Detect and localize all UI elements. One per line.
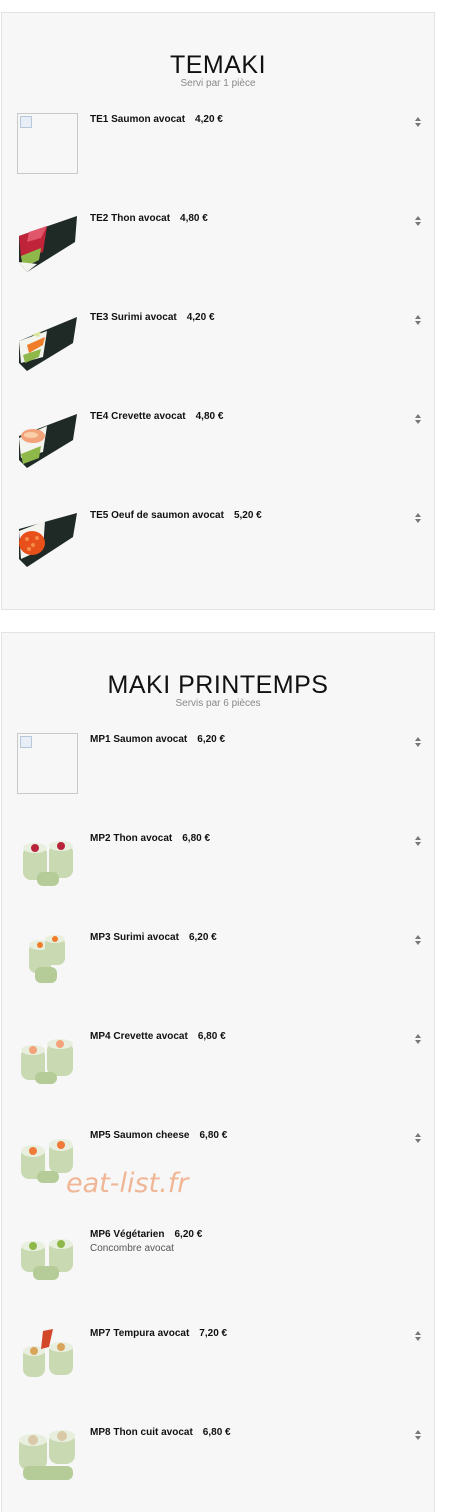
quantity-stepper-icon[interactable] <box>414 1429 422 1441</box>
item-title: MP3 Surimi avocat 6,20 € <box>90 932 217 943</box>
menu-item-mp1: MP1 Saumon avocat 6,20 € <box>17 733 422 795</box>
temaki-crevette-image <box>17 410 78 471</box>
temaki-oeuf-image <box>17 509 78 570</box>
quantity-stepper-icon[interactable] <box>414 215 422 227</box>
item-title: TE1 Saumon avocat 4,20 € <box>90 114 223 125</box>
quantity-stepper-icon[interactable] <box>414 934 422 946</box>
maki-thon-cuit-image <box>17 1426 78 1487</box>
menu-item-te3: TE3 Surimi avocat 4,20 € <box>17 311 422 373</box>
item-price: 6,80 € <box>202 1427 231 1438</box>
item-title: TE2 Thon avocat 4,80 € <box>90 213 208 224</box>
item-price: 6,20 € <box>197 734 226 745</box>
quantity-stepper-icon[interactable] <box>414 835 422 847</box>
item-price: 6,20 € <box>188 932 217 943</box>
item-title: TE3 Surimi avocat 4,20 € <box>90 312 215 323</box>
maki-surimi-image <box>17 931 78 992</box>
maki-vegetarien-image <box>17 1228 78 1289</box>
section-title: TEMAKI <box>169 51 267 79</box>
maki-thon-image <box>17 832 78 893</box>
section-title: MAKI PRINTEMPS <box>107 671 329 699</box>
maki-crevette-image <box>17 1030 78 1091</box>
item-price: 6,80 € <box>199 1130 228 1141</box>
quantity-stepper-icon[interactable] <box>414 116 422 128</box>
quantity-stepper-icon[interactable] <box>414 1132 422 1144</box>
section-subtitle: Servis par 6 pièces <box>175 698 261 709</box>
watermark-text: eat-list.fr <box>66 1168 189 1199</box>
maki-printemps-section: MAKI PRINTEMPS Servis par 6 pièces MP1 S… <box>1 632 435 1512</box>
quantity-stepper-icon[interactable] <box>414 314 422 326</box>
item-title: MP7 Tempura avocat 7,20 € <box>90 1328 228 1339</box>
menu-item-mp6: MP6 Végétarien 6,20 € Concombre avocat <box>17 1228 422 1290</box>
item-title: MP1 Saumon avocat 6,20 € <box>90 734 226 745</box>
item-price: 4,20 € <box>186 312 215 323</box>
item-title: MP4 Crevette avocat 6,80 € <box>90 1031 226 1042</box>
menu-item-te4: TE4 Crevette avocat 4,80 € <box>17 410 422 472</box>
menu-item-te2: TE2 Thon avocat 4,80 € <box>17 212 422 274</box>
menu-item-mp3: MP3 Surimi avocat 6,20 € <box>17 931 422 993</box>
quantity-stepper-icon[interactable] <box>414 1033 422 1045</box>
item-price: 6,80 € <box>182 833 211 844</box>
menu-item-mp7: MP7 Tempura avocat 7,20 € <box>17 1327 422 1389</box>
quantity-stepper-icon[interactable] <box>414 1330 422 1342</box>
temaki-surimi-image <box>17 311 78 372</box>
item-price: 6,80 € <box>197 1031 226 1042</box>
broken-image-icon <box>17 733 78 794</box>
temaki-thon-image <box>17 212 78 273</box>
menu-item-te1: TE1 Saumon avocat 4,20 € <box>17 113 422 175</box>
menu-item-mp2: MP2 Thon avocat 6,80 € <box>17 832 422 894</box>
item-title: MP8 Thon cuit avocat 6,80 € <box>90 1427 231 1438</box>
quantity-stepper-icon[interactable] <box>414 736 422 748</box>
item-price: 4,80 € <box>180 213 208 224</box>
item-title: MP5 Saumon cheese 6,80 € <box>90 1130 228 1141</box>
item-price: 4,80 € <box>195 411 224 422</box>
menu-item-mp8: MP8 Thon cuit avocat 6,80 € <box>17 1426 422 1488</box>
section-subtitle: Servi par 1 pièce <box>180 78 256 89</box>
menu-item-te5: TE5 Oeuf de saumon avocat 5,20 € <box>17 509 422 571</box>
temaki-section: TEMAKI Servi par 1 pièce TE1 Saumon avoc… <box>1 12 435 610</box>
quantity-stepper-icon[interactable] <box>414 512 422 524</box>
item-title: TE4 Crevette avocat 4,80 € <box>90 411 224 422</box>
item-description: Concombre avocat <box>90 1243 174 1254</box>
item-title: TE5 Oeuf de saumon avocat 5,20 € <box>90 510 262 521</box>
item-title: MP2 Thon avocat 6,80 € <box>90 833 211 844</box>
quantity-stepper-icon[interactable] <box>414 413 422 425</box>
maki-tempura-image <box>17 1327 78 1388</box>
item-title: MP6 Végétarien 6,20 € <box>90 1229 203 1240</box>
item-price: 4,20 € <box>195 114 223 125</box>
item-price: 5,20 € <box>233 510 262 521</box>
menu-item-mp4: MP4 Crevette avocat 6,80 € <box>17 1030 422 1092</box>
item-price: 6,20 € <box>174 1229 203 1240</box>
broken-image-icon <box>17 113 78 174</box>
item-price: 7,20 € <box>199 1328 228 1339</box>
